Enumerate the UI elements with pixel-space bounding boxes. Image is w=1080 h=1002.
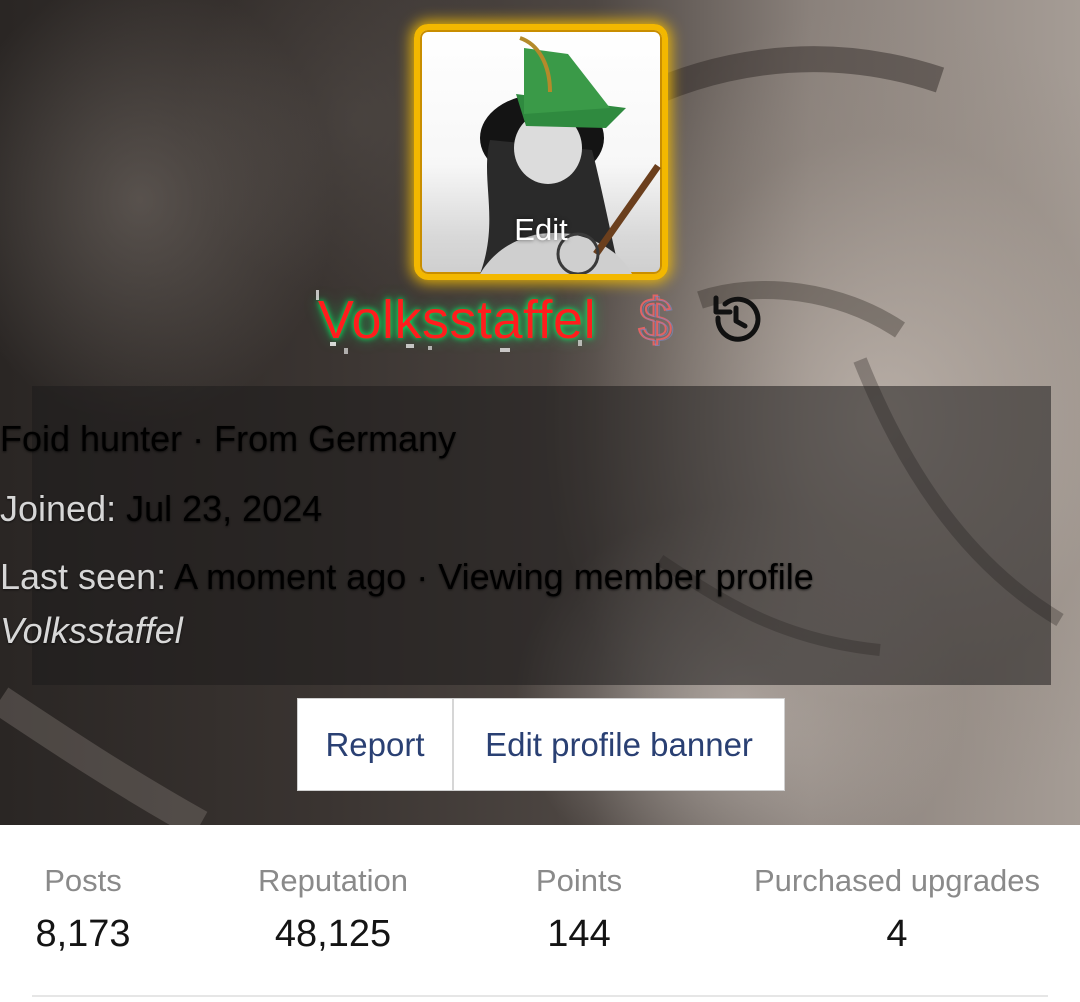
stat-value: 8,173 [35,913,131,955]
stat-value: 48,125 [274,913,392,955]
username[interactable]: Volksstaffel [318,289,602,351]
last-seen-label: Last seen: [0,556,167,597]
stats-divider [32,995,1048,997]
joined-date: Jul 23, 2024 [126,488,323,529]
activity-target-link[interactable]: Volksstaffel [0,610,1080,652]
stat-label: Purchased upgrades [753,863,1041,898]
profile-stats: Posts 8,173 Reputation 48,125 Points 144… [0,825,1080,1002]
stat-label: Reputation [258,863,408,898]
last-seen-value: A moment ago · Viewing member profile [174,556,814,597]
dollar-badge-icon: $ $ [637,288,674,352]
edit-profile-banner-button[interactable]: Edit profile banner [454,699,784,790]
avatar[interactable]: Edit [414,24,668,280]
joined-line: Joined: Jul 23, 2024 [0,488,1080,530]
stat-value: 144 [547,913,611,955]
last-seen-line: Last seen: A moment ago · Viewing member… [0,556,1080,598]
stat-label: Points [535,863,623,898]
username-row: Volksstaffel $ $ [0,282,1080,358]
history-icon[interactable] [708,288,762,352]
avatar-edit-label[interactable]: Edit [420,212,662,248]
profile-actions: Report Edit profile banner [297,698,785,791]
svg-text:$: $ [640,288,673,352]
user-title-location: Foid hunter · From Germany [0,418,457,459]
report-button[interactable]: Report [298,699,454,790]
stat-value: 4 [886,913,908,955]
joined-label: Joined: [0,488,117,529]
stat-label: Posts [44,863,122,898]
